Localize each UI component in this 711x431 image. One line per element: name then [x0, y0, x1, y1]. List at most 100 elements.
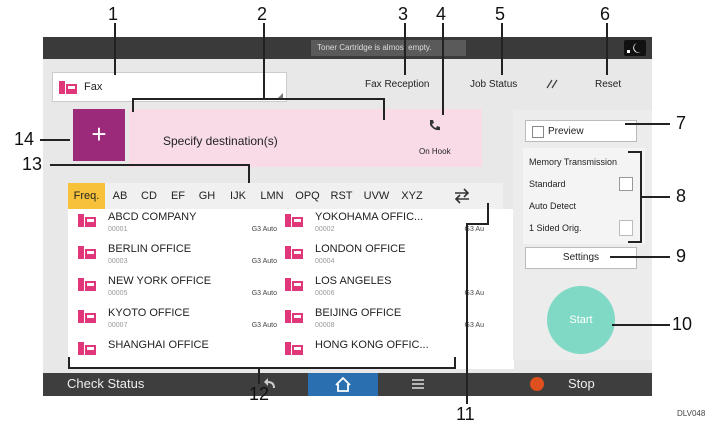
callout-11: 11 [456, 404, 475, 424]
energy-saver-button[interactable] [624, 40, 646, 56]
fax-icon [78, 246, 96, 259]
callout-3: 3 [398, 4, 409, 24]
entry-number: 00002 [315, 226, 335, 233]
callout-bracket-2-right [383, 98, 385, 120]
entry-number: 00007 [108, 322, 128, 329]
tab-lmn[interactable]: LMN [254, 183, 290, 209]
fax-icon [285, 310, 303, 323]
start-button[interactable]: Start [547, 286, 615, 354]
destination-field[interactable]: Specify destination(s) On Hook [129, 109, 482, 167]
fax-icon [78, 342, 96, 355]
list-item[interactable]: NEW YORK OFFICE 00005 G3 Auto [68, 273, 283, 305]
destination-label: Specify destination(s) [163, 134, 278, 148]
callout-7: 7 [676, 113, 687, 133]
app-title: Fax [84, 81, 103, 93]
fax-icon [285, 246, 303, 259]
tab-xyz[interactable]: XYZ [395, 183, 429, 209]
callout-12: 12 [249, 384, 270, 404]
list-item[interactable]: SHANGHAI OFFICE [68, 337, 283, 369]
entry-name: YOKOHAMA OFFIC... [315, 211, 424, 223]
list-item[interactable]: HONG KONG OFFIC... [275, 337, 490, 369]
reset-button[interactable]: Reset [595, 79, 621, 90]
tab-ijk[interactable]: IJK [223, 183, 253, 209]
callout-9: 9 [676, 246, 687, 266]
phone-icon [430, 120, 440, 131]
preview-button[interactable]: Preview [525, 120, 637, 142]
entry-name: HONG KONG OFFIC... [315, 339, 429, 351]
list-item[interactable]: LONDON OFFICE 00004 [275, 241, 490, 273]
original-type-setting: 1 Sided Orig. [529, 223, 582, 233]
fax-reception-button[interactable]: Fax Reception [365, 79, 429, 90]
entry-number: 00005 [108, 290, 128, 297]
preview-checkbox [532, 126, 544, 138]
fax-icon [78, 278, 96, 291]
job-status-button[interactable]: Job Status [470, 79, 517, 90]
settings-button[interactable]: Settings [525, 247, 637, 269]
callout-line-2 [263, 23, 265, 99]
fax-icon [285, 342, 303, 355]
callout-bracket-8-bottom [628, 241, 642, 243]
callout-bracket-12 [68, 367, 456, 369]
tab-ef[interactable]: EF [164, 183, 192, 209]
entry-mode: G3 Auto [251, 290, 277, 297]
callout-bracket-2-left [132, 98, 134, 112]
list-item[interactable]: LOS ANGELES 00006 G3 Au [275, 273, 490, 305]
on-hook-button[interactable]: On Hook [399, 119, 469, 161]
callout-line-8 [640, 196, 670, 198]
callout-line-6 [606, 23, 608, 75]
entry-number: 00003 [108, 258, 128, 265]
on-hook-label: On Hook [419, 147, 451, 156]
density-setting: Auto Detect [529, 201, 577, 211]
home-icon [335, 377, 351, 392]
list-item[interactable]: ABCD COMPANY 00001 G3 Auto [68, 209, 283, 241]
switch-view-button[interactable] [449, 183, 475, 209]
callout-line-4 [442, 23, 444, 115]
list-item[interactable]: BERLIN OFFICE 00003 G3 Auto [68, 241, 283, 273]
callout-bracket-11-top [466, 223, 489, 225]
home-button[interactable] [308, 373, 378, 396]
callout-bracket-8-top [628, 151, 642, 153]
entry-mode: G3 Auto [251, 258, 277, 265]
entry-name: BERLIN OFFICE [108, 243, 192, 255]
scan-settings-summary[interactable]: Memory Transmission Standard Auto Detect… [523, 148, 645, 244]
callout-bracket-2 [132, 98, 385, 100]
moon-icon [627, 43, 641, 53]
callout-5: 5 [495, 4, 506, 24]
fax-icon [78, 310, 96, 323]
tab-rst[interactable]: RST [325, 183, 358, 209]
preview-label: Preview [548, 126, 584, 137]
fax-icon [78, 214, 96, 227]
fax-icon [285, 214, 303, 227]
check-status-button[interactable]: Check Status [67, 376, 144, 391]
menu-icon[interactable] [411, 378, 425, 390]
add-destination-button[interactable]: + [73, 109, 125, 161]
system-status-bar: Toner Cartridge is almost empty. [43, 37, 652, 59]
callout-bracket-11-side [487, 203, 489, 225]
stop-button[interactable]: Stop [568, 376, 595, 391]
callout-line-5 [501, 23, 503, 75]
figure-code: DLV048 [677, 409, 706, 418]
fax-icon [59, 81, 77, 94]
tab-gh[interactable]: GH [193, 183, 221, 209]
entry-number: 00008 [315, 322, 335, 329]
entry-name: SHANGHAI OFFICE [108, 339, 209, 351]
tab-freq[interactable]: Freq. [68, 183, 105, 209]
entry-name: NEW YORK OFFICE [108, 275, 212, 287]
tab-ab[interactable]: AB [106, 183, 134, 209]
callout-13: 13 [22, 154, 43, 174]
tab-uvw[interactable]: UVW [359, 183, 394, 209]
tab-opq[interactable]: OPQ [291, 183, 324, 209]
callout-line-11 [466, 223, 468, 404]
bottom-navigation-bar: Check Status Stop [43, 373, 652, 396]
entry-number: 00004 [315, 258, 335, 265]
tab-cd[interactable]: CD [135, 183, 163, 209]
fax-screen: Toner Cartridge is almost empty. Fax Fax… [43, 37, 652, 396]
list-item[interactable]: KYOTO OFFICE 00007 G3 Auto [68, 305, 283, 337]
entry-number: 00006 [315, 290, 335, 297]
callout-line-12 [258, 367, 260, 384]
callout-line-13-drop [248, 164, 250, 183]
list-item[interactable]: BEIJING OFFICE 00008 G3 Au [275, 305, 490, 337]
callout-6: 6 [600, 4, 611, 24]
list-item[interactable]: YOKOHAMA OFFIC... 00002 G3 Au [275, 209, 490, 241]
callout-line-13 [50, 164, 250, 166]
